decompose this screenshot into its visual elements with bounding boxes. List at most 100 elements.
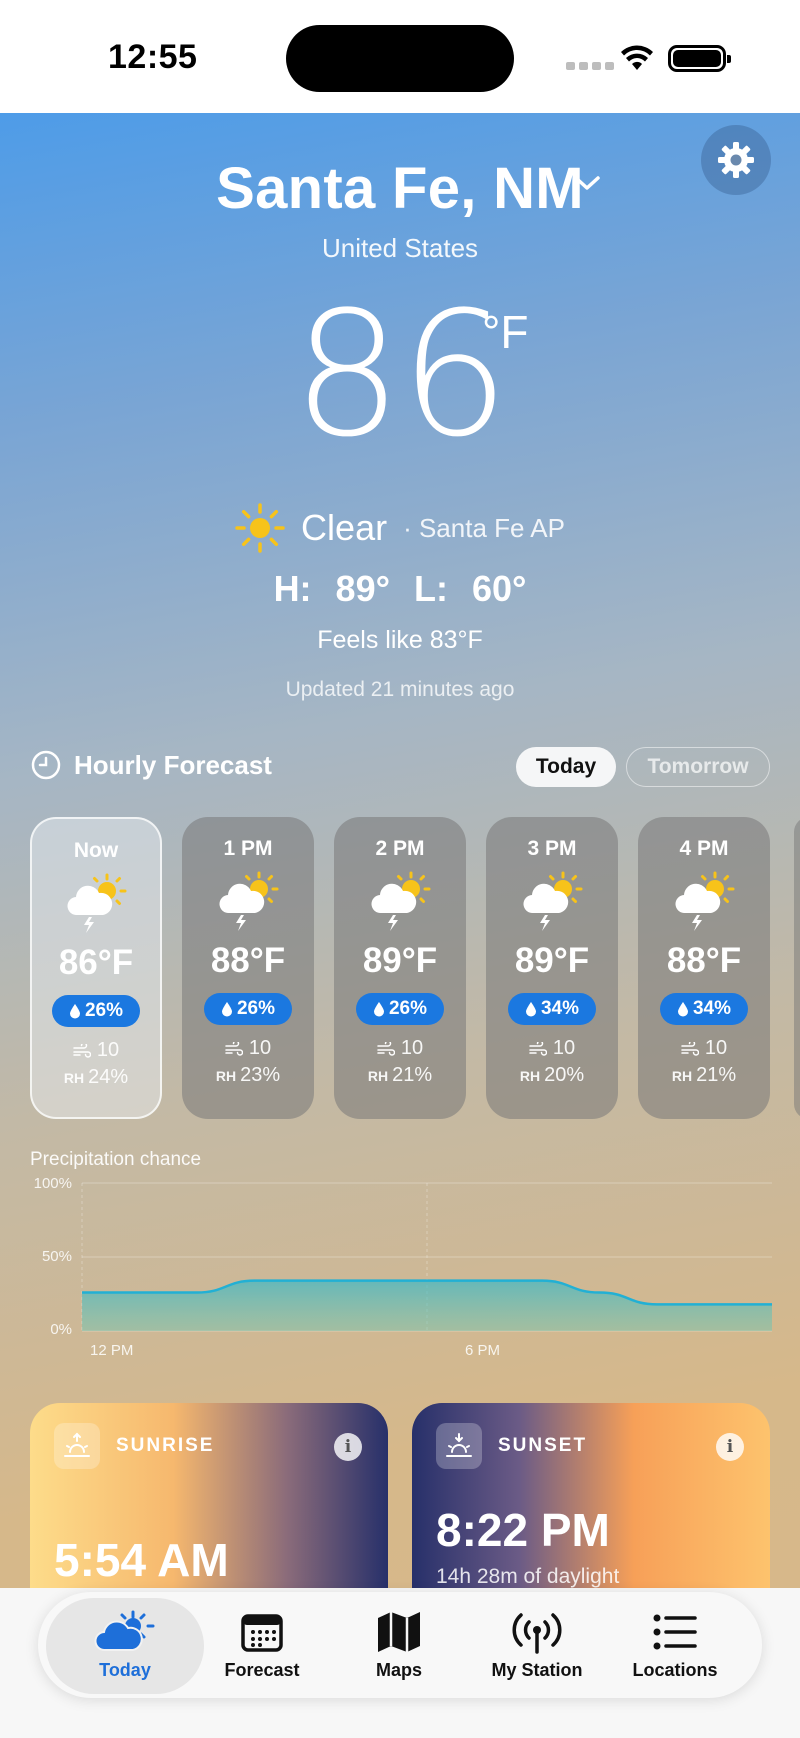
condition-row: Clear · Santa Fe AP [0, 503, 800, 553]
wind-row: 10 [681, 1037, 727, 1060]
dynamic-island [286, 25, 514, 92]
precip-badge: 34% [508, 993, 596, 1025]
rh-label: RH [671, 1068, 693, 1084]
precip-badge: 26% [204, 993, 292, 1025]
hourly-header: Hourly Forecast [30, 749, 272, 781]
wind-row: 10 [529, 1037, 575, 1060]
hourly-card[interactable]: 2 PM 89°F 26% 10 RH 21% [334, 817, 466, 1119]
precip-value: 34% [692, 998, 732, 1019]
weather-main: Santa Fe, NM United States 86 °F Clear ·… [0, 113, 800, 1738]
rh-label: RH [367, 1068, 389, 1084]
hourly-temp: 88°F [210, 941, 286, 980]
wind-icon [529, 1041, 547, 1056]
current-temperature: 86 [292, 274, 510, 475]
precip-value: 26% [236, 998, 276, 1019]
partly-cloudy-thunder-icon [217, 871, 279, 933]
wind-speed: 10 [552, 1037, 576, 1059]
precip-badge: 26% [52, 995, 140, 1027]
humidity-value: 24% [88, 1066, 129, 1088]
hourly-card-peek[interactable] [794, 817, 800, 1119]
sunset-time: 8:22 PM [436, 1504, 610, 1556]
humidity-row: RH 21% [672, 1064, 736, 1087]
droplet-icon [677, 1002, 688, 1017]
hourly-card[interactable]: 1 PM 88°F 26% 10 RH 23% [182, 817, 314, 1119]
hourly-card[interactable]: 4 PM 88°F 34% 10 RH 21% [638, 817, 770, 1119]
tab-locations[interactable]: Locations [610, 1610, 740, 1681]
hourly-temp: 89°F [362, 941, 438, 980]
partly-cloudy-thunder-icon [521, 871, 583, 933]
hourly-card[interactable]: Now 86°F 26% 10 RH 24% [30, 817, 162, 1119]
info-icon[interactable]: i [716, 1433, 744, 1461]
droplet-icon [373, 1002, 384, 1017]
sun-icon [235, 503, 285, 553]
humidity-value: 20% [544, 1064, 585, 1086]
partly-cloudy-thunder-icon [65, 873, 127, 935]
tab-today-nav[interactable]: Today [60, 1610, 190, 1681]
humidity-row: RH 23% [216, 1064, 280, 1087]
partly-cloudy-thunder-icon [673, 871, 735, 933]
tab-label: Locations [632, 1660, 718, 1680]
day-toggle: Today Tomorrow [516, 747, 770, 787]
feels-like: Feels like 83°F [317, 626, 483, 654]
precip-area [82, 1280, 772, 1331]
droplet-icon [69, 1004, 80, 1019]
hourly-time: 2 PM [375, 837, 425, 860]
rh-label: RH [63, 1070, 85, 1086]
country-name: United States [321, 233, 479, 263]
x-tick-label: 6 PM [465, 1342, 500, 1359]
precip-badge: 26% [356, 993, 444, 1025]
sunset-title: SUNSET [498, 1435, 588, 1456]
hourly-card[interactable]: 3 PM 89°F 34% 10 RH 20% [486, 817, 618, 1119]
wind-icon [73, 1043, 91, 1058]
wind-speed: 10 [704, 1037, 728, 1059]
droplet-icon [525, 1002, 536, 1017]
hourly-time: Now [73, 839, 119, 862]
updated-time: Updated 21 minutes ago [285, 678, 515, 701]
tab-label: Maps [375, 1660, 422, 1680]
rh-label: RH [215, 1068, 237, 1084]
tab-label: My Station [491, 1660, 583, 1680]
precip-badge: 34% [660, 993, 748, 1025]
city-name: Santa Fe, NM [216, 156, 584, 221]
hourly-temp: 88°F [666, 941, 742, 980]
battery-icon [668, 45, 731, 72]
wind-icon [377, 1041, 395, 1056]
y-tick-label: 100% [34, 1175, 72, 1192]
calendar-icon [241, 1614, 283, 1652]
high-low: H: 89° L: 60° [273, 568, 527, 609]
antenna-icon [512, 1613, 562, 1654]
hourly-title: Hourly Forecast [74, 749, 272, 780]
wind-speed: 10 [400, 1037, 424, 1059]
hourly-cards: Now 86°F 26% 10 RH 24% 1 PM 88°F 26% 10 R… [30, 817, 770, 1119]
y-tick-label: 0% [50, 1321, 72, 1338]
condition-text: Clear [301, 507, 388, 548]
hourly-temp: 89°F [514, 941, 590, 980]
rh-label: RH [519, 1068, 541, 1084]
map-icon [378, 1612, 420, 1652]
sunset-icon [436, 1423, 482, 1469]
humidity-row: RH 20% [520, 1064, 584, 1087]
tab-maps[interactable]: Maps [334, 1610, 464, 1681]
temperature-unit: °F [482, 306, 529, 358]
status-time: 12:55 [108, 38, 198, 76]
x-tick-label: 12 PM [90, 1342, 133, 1359]
wind-icon [681, 1041, 699, 1056]
hourly-time: 1 PM [223, 837, 273, 860]
wind-row: 10 [377, 1037, 423, 1060]
tab-label: Today [99, 1660, 151, 1680]
precip-value: 26% [84, 1000, 124, 1021]
chevron-down-icon[interactable] [572, 173, 602, 193]
info-icon[interactable]: i [334, 1433, 362, 1461]
location-selector[interactable]: Santa Fe, NM [0, 155, 800, 222]
tab-my-station[interactable]: My Station [472, 1610, 602, 1681]
sunrise-title: SUNRISE [116, 1435, 215, 1456]
humidity-value: 23% [240, 1064, 281, 1086]
partly-cloudy-thunder-icon [369, 871, 431, 933]
tab-forecast[interactable]: Forecast [197, 1610, 327, 1681]
tab-today[interactable]: Today [516, 747, 616, 787]
tab-label: Forecast [224, 1660, 300, 1680]
precip-chart-label: Precipitation chance [30, 1149, 202, 1170]
wind-row: 10 [225, 1037, 271, 1060]
tab-tomorrow[interactable]: Tomorrow [626, 747, 770, 787]
sunrise-time: 5:54 AM [54, 1534, 229, 1586]
